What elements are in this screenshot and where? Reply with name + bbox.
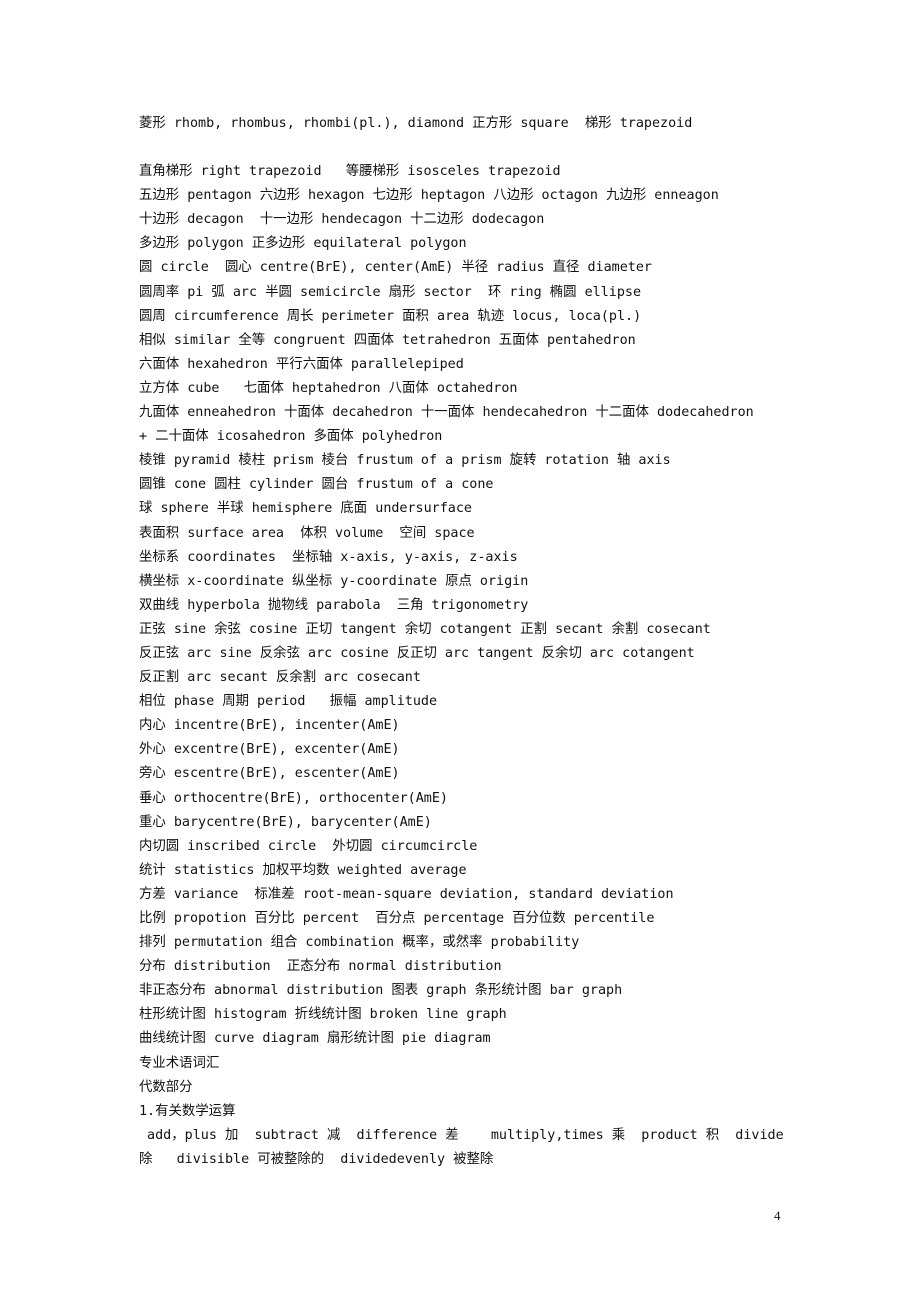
text-line: 圆周率 pi 弧 arc 半圆 semicircle 扇形 sector 环 r… [139, 284, 642, 300]
text-line: 立方体 cube 七面体 heptahedron 八面体 octahedron [139, 380, 518, 396]
text-line: 曲线统计图 curve diagram 扇形统计图 pie diagram [139, 1031, 491, 1047]
text-line: 内心 incentre(BrE), incenter(AmE) [139, 718, 400, 734]
text-line: 坐标系 coordinates 坐标轴 x-axis, y-axis, z-ax… [139, 549, 518, 565]
text-line: 相似 similar 全等 congruent 四面体 tetrahedron … [139, 332, 636, 348]
text-line: 正弦 sine 余弦 cosine 正切 tangent 余切 cotangen… [139, 621, 711, 637]
section-heading: 代数部分 [139, 1079, 193, 1095]
text-line: 六面体 hexahedron 平行六面体 parallelepiped [139, 356, 464, 372]
text-line: 外心 excentre(BrE), excenter(AmE) [139, 742, 400, 758]
text-line: 统计 statistics 加权平均数 weighted average [139, 862, 467, 878]
text-line: 九面体 enneahedron 十面体 decahedron 十一面体 hend… [139, 405, 754, 421]
subsection-heading: 1.有关数学运算 [139, 1103, 236, 1119]
text-line: 球 sphere 半球 hemisphere 底面 undersurface [139, 501, 472, 517]
text-line: 除 divisible 可被整除的 dividedevenly 被整除 [139, 1151, 494, 1167]
text-line: 方差 variance 标准差 root-mean-square deviati… [139, 886, 674, 902]
document-page: 菱形 rhomb, rhombus, rhombi(pl.), diamond … [0, 0, 920, 1302]
text-line: 非正态分布 abnormal distribution 图表 graph 条形统… [139, 983, 623, 999]
text-line: 双曲线 hyperbola 抛物线 parabola 三角 trigonomet… [139, 597, 529, 613]
text-line: 排列 permutation 组合 combination 概率，或然率 pro… [139, 935, 580, 951]
text-line: 五边形 pentagon 六边形 hexagon 七边形 heptagon 八边… [139, 188, 719, 204]
section-heading: 专业术语词汇 [139, 1055, 220, 1071]
text-line: 圆 circle 圆心 centre(BrE), center(AmE) 半径 … [139, 260, 652, 276]
text-line: 反正弦 arc sine 反余弦 arc cosine 反正切 arc tang… [139, 645, 695, 661]
text-line: 直角梯形 right trapezoid 等腰梯形 isosceles trap… [139, 164, 561, 180]
text-line: 垂心 orthocentre(BrE), orthocenter(AmE) [139, 790, 448, 806]
text-line: + 二十面体 icosahedron 多面体 polyhedron [139, 429, 443, 445]
text-line: 圆锥 cone 圆柱 cylinder 圆台 frustum of a cone [139, 477, 494, 493]
text-line: 内切圆 inscribed circle 外切圆 circumcircle [139, 838, 478, 854]
text-line: 十边形 decagon 十一边形 hendecagon 十二边形 dodecag… [139, 212, 545, 228]
text-line: 多边形 polygon 正多边形 equilateral polygon [139, 236, 467, 252]
text-line: 分布 distribution 正态分布 normal distribution [139, 959, 502, 975]
text-line: 比例 propotion 百分比 percent 百分点 percentage … [139, 911, 655, 926]
text-line: 棱锥 pyramid 棱柱 prism 棱台 frustum of a pris… [139, 453, 671, 469]
text-line: 圆周 circumference 周长 perimeter 面积 area 轨迹… [139, 308, 642, 324]
text-line: add，plus 加 subtract 减 difference 差 multi… [139, 1127, 784, 1143]
text-line: 旁心 escentre(BrE), escenter(AmE) [139, 766, 400, 782]
page-number: 4 [774, 1208, 781, 1223]
text-line: 重心 barycentre(BrE), barycenter(AmE) [139, 814, 432, 830]
text-line: 菱形 rhomb, rhombus, rhombi(pl.), diamond … [139, 116, 693, 131]
text-line: 柱形统计图 histogram 折线统计图 broken line graph [139, 1007, 507, 1023]
document-body: 菱形 rhomb, rhombus, rhombi(pl.), diamond … [139, 112, 799, 1172]
text-line: 相位 phase 周期 period 振幅 amplitude [139, 694, 438, 710]
text-line: 反正割 arc secant 反余割 arc cosecant [139, 670, 421, 686]
text-line: 横坐标 x-coordinate 纵坐标 y-coordinate 原点 ori… [139, 573, 529, 589]
text-line: 表面积 surface area 体积 volume 空间 space [139, 525, 475, 541]
